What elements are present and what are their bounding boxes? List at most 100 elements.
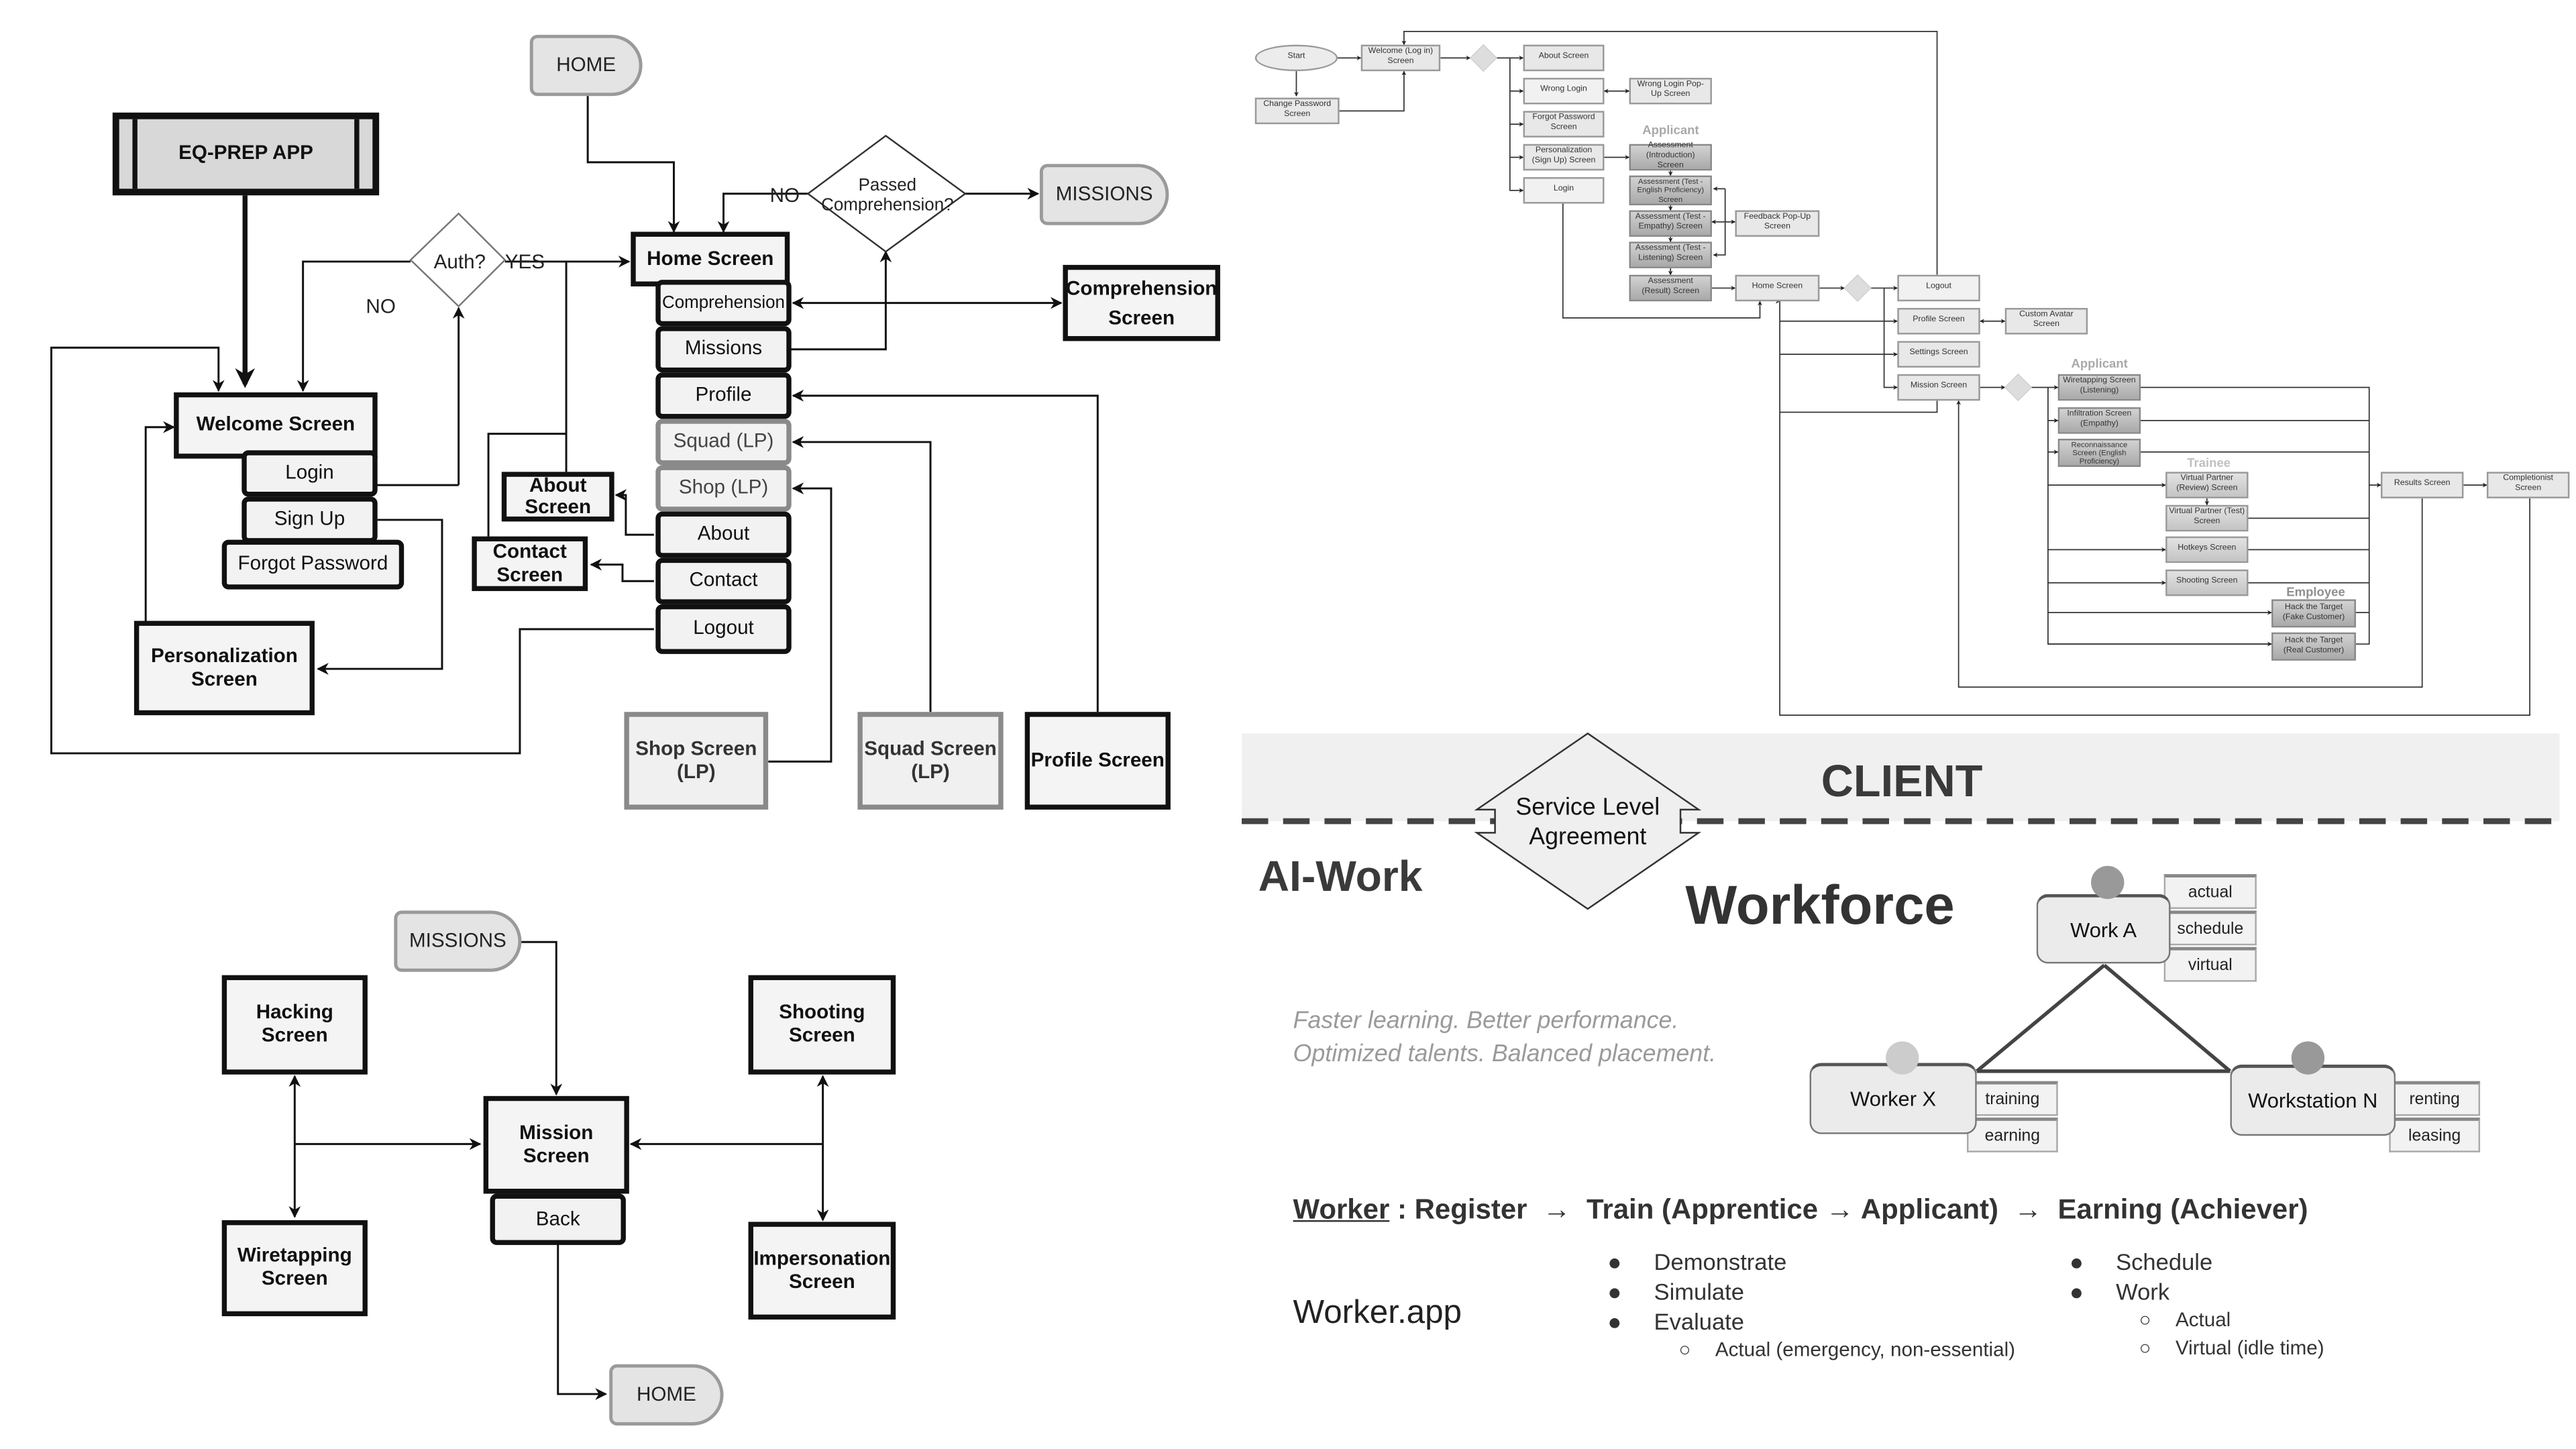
map-results-node: Results Screen — [2380, 472, 2464, 498]
decision-diamond — [1843, 274, 1872, 303]
map-wrong-login-node: Wrong Login — [1523, 77, 1605, 105]
profile-label: Profile — [695, 382, 752, 406]
applicant-group-label: Applicant — [1642, 122, 1699, 138]
welcome-screen[interactable]: Welcome Screen — [174, 392, 378, 459]
custom-avatar-label: Custom Avatar Screen — [2019, 310, 2074, 330]
bullet-text: Simulate — [1654, 1278, 1744, 1305]
worker-node[interactable]: Worker X — [1809, 1063, 1977, 1134]
about-link-arrow — [614, 489, 654, 536]
map-start-node: Start — [1254, 44, 1338, 72]
comprehension-screen[interactable]: Comprehension Screen — [1063, 264, 1220, 341]
completionist-label: Completionist Screen — [2503, 474, 2554, 494]
mission-screen-label: Mission Screen — [519, 1120, 594, 1167]
wiretapping-screen[interactable]: Wiretapping Screen — [221, 1220, 368, 1317]
map-welcome-node: Welcome (Log in) Screen — [1360, 44, 1441, 72]
home-about-button[interactable]: About — [655, 511, 792, 558]
logout-label: Logout — [1926, 281, 1951, 292]
mission-back-button[interactable]: Back — [490, 1193, 626, 1245]
contact-screen[interactable]: Contact Screen — [472, 536, 588, 592]
work-tag-schedule: schedule — [2163, 910, 2257, 946]
sub-bullet-text: Actual (emergency, non-essential) — [1715, 1338, 2016, 1361]
home-comprehension-button[interactable]: Comprehension — [655, 280, 792, 327]
login-label: Login — [285, 460, 334, 484]
assess-english-label: Assessment (Test - English Proficiency) … — [1637, 177, 1704, 203]
welcome-screen-label: Welcome Screen — [196, 412, 356, 436]
pipeline-worker-link: Worker — [1293, 1193, 1390, 1226]
tagline-line-2: Optimized talents. Balanced placement. — [1293, 1041, 1717, 1068]
bullet-item: ● Demonstrate — [1607, 1248, 1787, 1275]
home-screen[interactable]: Home Screen — [631, 231, 790, 286]
work-node[interactable]: Work A — [2036, 894, 2171, 964]
map-vp-test-node: Virtual Partner (Test) Screen — [2165, 504, 2249, 532]
missions-terminal[interactable]: MISSIONS — [1039, 164, 1169, 225]
map-forgot-password-node: Forgot Password Screen — [1523, 111, 1605, 138]
pipeline-steps: : Register → Train (Apprentice → Applica… — [1389, 1193, 2308, 1226]
personalization-to-welcome-arrow — [144, 421, 175, 623]
map-hack-fake-node: Hack the Target (Fake Customer) — [2271, 599, 2356, 628]
home-logout-button[interactable]: Logout — [655, 604, 792, 654]
reconnaissance-label: Reconnaissance Screen (English Proficien… — [2071, 439, 2128, 466]
bullet-item: ● Work — [2070, 1278, 2170, 1305]
auth-decision-label: Auth? — [433, 250, 486, 274]
map-hack-real-node: Hack the Target (Real Customer) — [2271, 632, 2356, 661]
workforce-title: Workforce — [1685, 874, 1955, 936]
map-login-node: Login — [1523, 177, 1605, 204]
map-custom-avatar-node: Custom Avatar Screen — [2004, 308, 2088, 335]
sub-bullet-item: ○ Actual — [2139, 1307, 2231, 1332]
auth-no-label: NO — [366, 294, 396, 318]
impersonation-screen[interactable]: Impersonation Screen — [748, 1222, 896, 1320]
home-profile-button[interactable]: Profile — [655, 372, 792, 419]
map-about-node: About Screen — [1523, 44, 1605, 72]
assess-result-label: Assessment (Result) Screen — [1642, 276, 1700, 297]
squad-screen[interactable]: Squad Screen (LP) — [857, 712, 1004, 810]
squad-label: Squad (LP) — [673, 429, 774, 452]
station-node[interactable]: Workstation N — [2230, 1064, 2396, 1136]
app-title: EQ-PREP APP — [178, 141, 313, 164]
bullet-item: ● Schedule — [2070, 1248, 2213, 1275]
station-node-dot — [2291, 1041, 2325, 1075]
login-button[interactable]: Login — [241, 450, 378, 497]
profile-screen[interactable]: Profile Screen — [1024, 712, 1171, 810]
home-contact-button[interactable]: Contact — [655, 557, 792, 604]
mission-screen[interactable]: Mission Screen — [483, 1095, 629, 1194]
impersonation-screen-label: Impersonation Screen — [753, 1246, 891, 1293]
comprehension-screen-label: Comprehension Screen — [1065, 276, 1218, 330]
feedback-popup-label: Feedback Pop-Up Screen — [1743, 212, 1811, 232]
work-node-label: Work A — [2070, 918, 2137, 942]
contact-label: Contact — [689, 568, 758, 592]
work-tag-virtual: virtual — [2163, 947, 2257, 982]
home-squad-button[interactable]: Squad (LP) — [655, 419, 792, 466]
employee-group-label: Employee — [2286, 584, 2345, 600]
auth-yes-label: YES — [504, 250, 545, 274]
map-wrong-login-popup-node: Wrong Login Pop-Up Screen — [1629, 77, 1712, 105]
contact-screen-label: Contact Screen — [492, 539, 567, 586]
shooting-screen[interactable]: Shooting Screen — [748, 975, 896, 1075]
mission-flow-missions-terminal[interactable]: MISSIONS — [394, 910, 522, 972]
sign-up-button[interactable]: Sign Up — [241, 496, 378, 543]
bullet-item: ● Evaluate — [1607, 1307, 1744, 1335]
home-shop-button[interactable]: Shop (LP) — [655, 465, 792, 512]
personalization-screen[interactable]: Personalization Screen — [133, 621, 315, 716]
about-screen[interactable]: About Screen — [501, 472, 614, 522]
tag-label: virtual — [2188, 956, 2233, 975]
shop-screen[interactable]: Shop Screen (LP) — [624, 712, 769, 810]
map-logout-node: Logout — [1897, 274, 1980, 302]
hacking-screen[interactable]: Hacking Screen — [221, 975, 368, 1075]
bullet-text: Evaluate — [1654, 1307, 1744, 1335]
home-missions-button[interactable]: Missions — [655, 326, 792, 373]
map-vp-review-node: Virtual Partner (Review) Screen — [2165, 472, 2249, 498]
mission-flow-home-terminal[interactable]: HOME — [609, 1364, 724, 1426]
connector-layer — [50, 31, 2560, 1400]
map-settings-node: Settings Screen — [1897, 341, 1980, 368]
missions-to-passed-arrow — [790, 250, 892, 351]
slide-canvas: EQ-PREP APP HOME Auth? YES NO NO Passed … — [0, 0, 2576, 1449]
home-terminal[interactable]: HOME — [529, 34, 643, 97]
wiretapping-label: Wiretapping Screen (Listening) — [2063, 376, 2136, 396]
ai-work-label: AI-Work — [1258, 851, 1423, 901]
tag-label: training — [1985, 1090, 2040, 1109]
applicant-group-label: Applicant — [2071, 356, 2128, 371]
forgot-password-button[interactable]: Forgot Password — [221, 539, 405, 590]
missions-label: Missions — [684, 336, 763, 360]
bullet-item: ● Simulate — [1607, 1278, 1744, 1305]
forgot-password-label: Forgot Password Screen — [1532, 113, 1595, 133]
